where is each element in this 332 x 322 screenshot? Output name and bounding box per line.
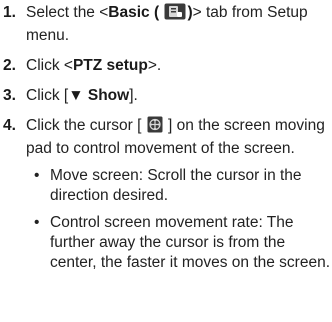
step-4: 4. Click the cursor [ ] on the screen mo… [0,116,332,273]
bullet-text: Move screen: Scroll the cursor in the di… [50,167,302,204]
step-3-text-start: Click [ [26,87,69,104]
ptz-setup-label: PTZ setup [72,57,148,74]
step-3: 3. Click [▼ Show]. [0,86,332,106]
step-number: 3. [3,87,16,104]
step-2: 2. Click <PTZ setup>. [0,56,332,76]
basic-setup-icon [164,3,186,26]
step-4-text-start: Click the cursor [ [26,117,142,134]
step-2-text-start: Click < [26,57,73,74]
step-1-text-start: Select the < [26,4,109,21]
bullet-dot: • [34,167,40,184]
step-2-text-end: >. [147,57,162,74]
step-3-text-end: ]. [129,87,138,104]
step-number: 1. [3,4,16,21]
step-1: 1. Select the <Basic ( )> tab from Setup… [0,3,332,46]
show-label: ▼ Show [68,87,130,104]
step-1-tab-name: Basic ( [108,4,160,21]
bullet-dot: • [34,214,40,231]
step-number: 2. [3,57,16,74]
bullet-text: Control screen movement rate: The furthe… [50,214,331,271]
bullet-movement-rate: • Control screen movement rate: The furt… [26,213,332,273]
instruction-steps: 1. Select the <Basic ( )> tab from Setup… [0,0,332,322]
bullet-move-screen: • Move screen: Scroll the cursor in the … [26,166,332,206]
step-number: 4. [3,117,16,134]
cursor-pad-icon [147,116,163,139]
